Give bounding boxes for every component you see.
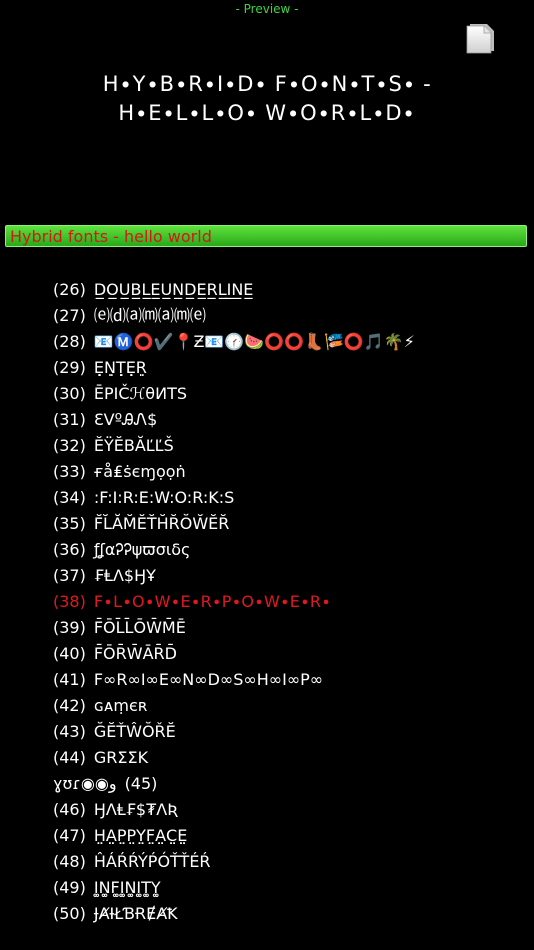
font-list-item[interactable]: (36) ƒʆαᎮᎮψϖσιδς	[53, 539, 523, 565]
font-list-item[interactable]: (33) ғå₤ṡєɱọọṅ	[53, 461, 523, 487]
font-sample: F̆L̆ĂM̆ĔT̆H̆R̆ŎW̆ĔR̆	[93, 514, 230, 533]
font-sample: ĤÁŔŔÝṔÓŤŤÉŔ	[93, 852, 211, 871]
font-number: (29)	[53, 358, 86, 377]
font-number: (41)	[53, 670, 86, 689]
font-number: (47)	[53, 826, 86, 845]
font-sample: F∞R∞I∞E∞N∞D∞S∞H∞I∞P∞	[93, 670, 324, 689]
font-list-item[interactable]: (40) F̄ŌR̄W̄ĀR̄D̄	[53, 643, 523, 669]
font-number: (34)	[53, 488, 86, 507]
font-sample: ƒʆαᎮᎮψϖσιδς	[93, 540, 191, 559]
font-sample: F∙L∙O∙W∙E∙R∙P∙O∙W∙E∙R∙	[93, 592, 332, 611]
font-number: (44)	[53, 748, 86, 767]
font-number: (38)	[53, 592, 86, 611]
selected-font-bar[interactable]: Hybrid fonts - hello world	[5, 225, 527, 247]
font-sample: D̲O̲U̲B̲L̲E̲U̲N̲D̲E̲R̲L̲I̲N̲E̲	[93, 280, 254, 299]
font-list-item[interactable]: (42) ɢᴀṃєʀ	[53, 695, 523, 721]
font-list-item[interactable]: (35) F̆L̆ĂM̆ĔT̆H̆R̆ŎW̆ĔR̆	[53, 513, 523, 539]
font-sample: ɈȺƗŁƁɌɆȺꝀ	[93, 904, 178, 923]
font-sample: GRΣΣK	[93, 748, 149, 767]
font-sample: 📧Ⓜ️⭕✔️📍Ƶ📧🕜🍉⭕⭕👢🎏⭕🎵🌴⚡	[93, 332, 415, 351]
font-list-item[interactable]: (31) ƐVºᎯᏁ$	[53, 409, 523, 435]
font-number: (37)	[53, 566, 86, 585]
font-sample: F̄ŌL̄L̄ŌW̄M̄Ē	[93, 618, 186, 637]
font-sample: :F:I:R:E:W:O:R:K:S	[93, 488, 235, 507]
font-number: (32)	[53, 436, 86, 455]
preview-line-1: H∙Y∙B∙R∙I∙D∙ F∙O∙N∙T∙S∙ -	[102, 72, 432, 96]
font-number: (45)	[124, 774, 158, 793]
font-list-item[interactable]: (30) ĒΡΙČℋθИTS	[53, 383, 523, 409]
font-number: (35)	[53, 514, 86, 533]
font-sample: ɣʊɾ◉◉ﻭ	[53, 774, 117, 793]
font-list-item[interactable]: ɣʊɾ◉◉ﻭ (45)	[53, 773, 523, 799]
font-list-item[interactable]: (32) ĔŸĔBĂĽĽŠ	[53, 435, 523, 461]
font-sample: F̄ŌR̄W̄ĀR̄D̄	[93, 644, 177, 663]
preview-text: H∙Y∙B∙R∙I∙D∙ F∙O∙N∙T∙S∙ - H∙E∙L∙L∙O∙ W∙O…	[40, 70, 494, 128]
font-sample: I͚N͚F͚I͚N͚I͚T͚Y͚	[93, 878, 161, 897]
font-sample: ӇΛⱠ₣$₮ΛƦ	[93, 800, 179, 819]
font-number: (46)	[53, 800, 86, 819]
preview-line-2: H∙E∙L∙L∙O∙ W∙O∙R∙L∙D∙	[118, 101, 416, 125]
font-number: (42)	[53, 696, 86, 715]
preview-label: - Preview -	[235, 2, 299, 16]
font-list-item[interactable]: (46) ӇΛⱠ₣$₮ΛƦ	[53, 799, 523, 825]
font-sample: ƐVºᎯᏁ$	[93, 410, 158, 429]
font-number: (40)	[53, 644, 86, 663]
font-list: (26) D̲O̲U̲B̲L̲E̲U̲N̲D̲E̲R̲L̲I̲N̲E̲ (27) ⒠⒟…	[53, 279, 523, 929]
font-sample: ⒠⒟⒜⒨⒜⒨⒠	[93, 306, 206, 325]
font-list-item[interactable]: (34) :F:I:R:E:W:O:R:K:S	[53, 487, 523, 513]
font-number: (27)	[53, 306, 86, 325]
font-number: (50)	[53, 904, 86, 923]
font-sample: ĔŸĔBĂĽĽŠ	[93, 436, 174, 455]
font-list-item[interactable]: (28) 📧Ⓜ️⭕✔️📍Ƶ📧🕜🍉⭕⭕👢🎏⭕🎵🌴⚡	[53, 331, 523, 357]
font-sample: ĒΡΙČℋθИTS	[93, 384, 187, 403]
font-list-item[interactable]: (43) ĞĔŤŴŎŘĔ	[53, 721, 523, 747]
font-list-item[interactable]: (27) ⒠⒟⒜⒨⒜⒨⒠	[53, 305, 523, 331]
font-list-item[interactable]: (29) Ẹ̣Ṇ̣Ṭ̣Ẹ̣Ṛ̣	[53, 357, 523, 383]
font-list-item[interactable]: (50) ɈȺƗŁƁɌɆȺꝀ	[53, 903, 523, 929]
font-number: (39)	[53, 618, 86, 637]
font-sample: H̤̤A̤̤P̤̤P̤̤Y̤̤F̤̤A̤̤C̤̤E̤̤	[93, 826, 188, 845]
font-list-item[interactable]: (38) F∙L∙O∙W∙E∙R∙P∙O∙W∙E∙R∙	[53, 591, 523, 617]
font-number: (48)	[53, 852, 86, 871]
font-number: (33)	[53, 462, 86, 481]
font-list-item[interactable]: (49) I͚N͚F͚I͚N͚I͚T͚Y͚	[53, 877, 523, 903]
font-list-item[interactable]: (47) H̤̤A̤̤P̤̤P̤̤Y̤̤F̤̤A̤̤C̤̤E̤̤	[53, 825, 523, 851]
font-list-item[interactable]: (48) ĤÁŔŔÝṔÓŤŤÉŔ	[53, 851, 523, 877]
font-sample: ɢᴀṃєʀ	[93, 696, 148, 715]
font-number: (30)	[53, 384, 86, 403]
copy-document-icon[interactable]	[465, 21, 497, 54]
font-list-item[interactable]: (26) D̲O̲U̲B̲L̲E̲U̲N̲D̲E̲R̲L̲I̲N̲E̲	[53, 279, 523, 305]
font-list-item[interactable]: (44) GRΣΣK	[53, 747, 523, 773]
font-sample: ĞĔŤŴŎŘĔ	[93, 722, 176, 741]
font-number: (36)	[53, 540, 86, 559]
font-number: (43)	[53, 722, 86, 741]
selected-font-label: Hybrid fonts - hello world	[10, 227, 212, 246]
font-sample: Ẹ̣Ṇ̣Ṭ̣Ẹ̣Ṛ̣	[93, 358, 147, 377]
font-list-item[interactable]: (41) F∞R∞I∞E∞N∞D∞S∞H∞I∞P∞	[53, 669, 523, 695]
font-number: (26)	[53, 280, 86, 299]
font-list-item[interactable]: (39) F̄ŌL̄L̄ŌW̄M̄Ē	[53, 617, 523, 643]
font-number: (28)	[53, 332, 86, 351]
font-number: (31)	[53, 410, 86, 429]
font-list-item[interactable]: (37) ₣ⱠΛ$ӇҰ	[53, 565, 523, 591]
font-sample: ғå₤ṡєɱọọṅ	[93, 462, 186, 481]
font-sample: ₣ⱠΛ$ӇҰ	[93, 566, 156, 585]
font-number: (49)	[53, 878, 86, 897]
